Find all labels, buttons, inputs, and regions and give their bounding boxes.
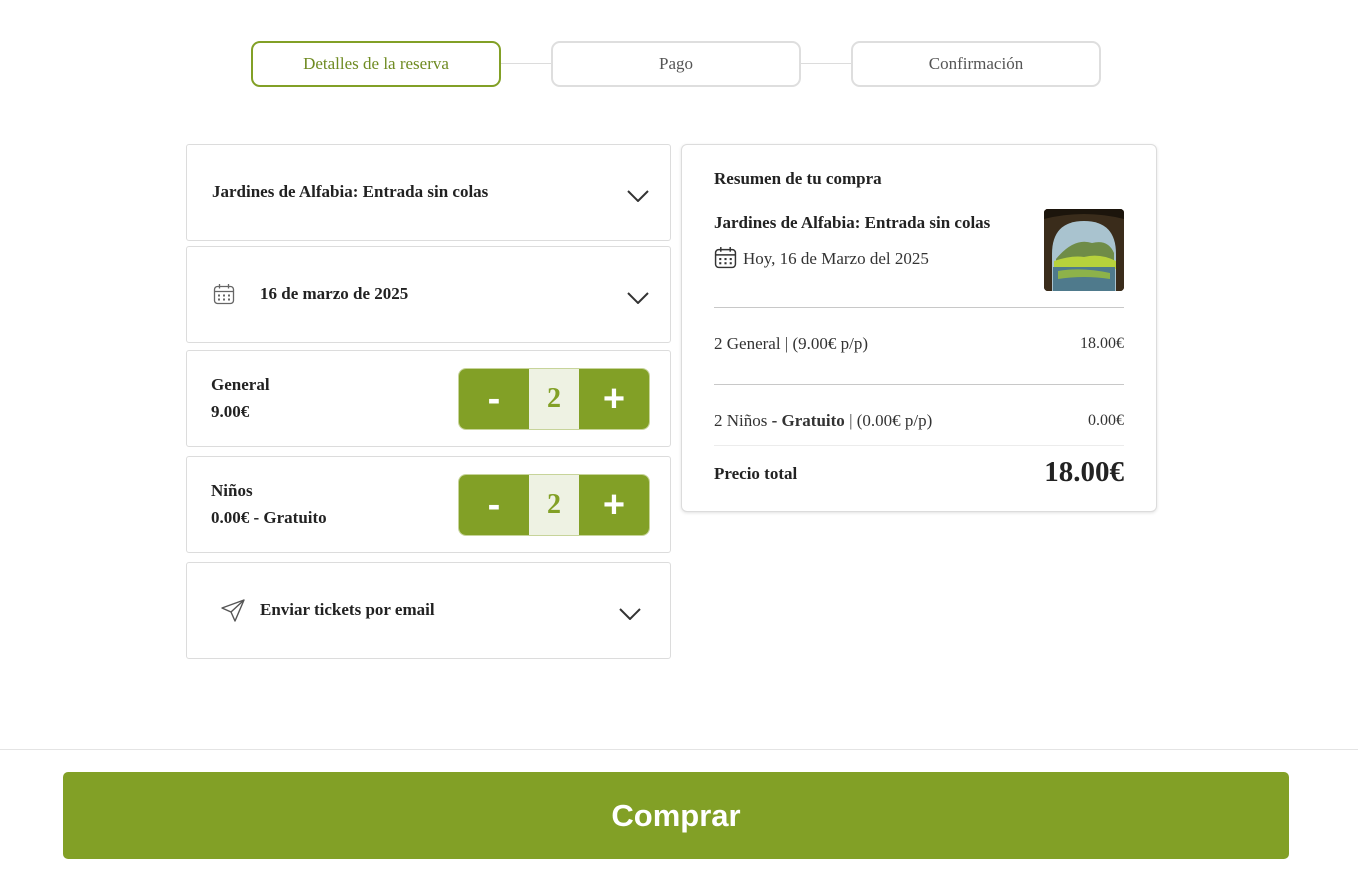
- step-payment[interactable]: Pago: [551, 41, 801, 87]
- chevron-down-icon[interactable]: [619, 608, 641, 620]
- summary-line-general: 2 General | (9.00€ p/p): [714, 334, 868, 354]
- line-separator: |: [780, 334, 793, 353]
- ticket-children: Niños 0.00€ - Gratuito - 2 +: [186, 456, 671, 553]
- summary-title: Resumen de tu compra: [714, 169, 882, 188]
- step-label: Pago: [659, 54, 693, 73]
- line-unit-price: (9.00€ p/p): [792, 334, 869, 353]
- product-title: Jardines de Alfabia: Entrada sin colas: [212, 182, 489, 201]
- divider: [714, 384, 1124, 385]
- increment-button[interactable]: +: [579, 475, 649, 535]
- step-connector: [801, 63, 853, 64]
- quantity-value: 2: [529, 369, 579, 429]
- ticket-general: General 9.00€ - 2 +: [186, 350, 671, 447]
- line-separator: |: [844, 411, 857, 430]
- ticket-name: Niños: [211, 481, 253, 500]
- selected-date: 16 de marzo de 2025: [260, 284, 409, 303]
- calendar-icon: [213, 284, 235, 305]
- decrement-button[interactable]: -: [459, 475, 529, 535]
- product-thumbnail: [1044, 209, 1124, 291]
- total-label: Precio total: [714, 464, 798, 483]
- send-icon: [221, 599, 245, 622]
- line-free-note: - Gratuito: [767, 411, 845, 430]
- buy-button[interactable]: Comprar: [63, 772, 1289, 859]
- step-connector: [501, 63, 553, 64]
- product-selector[interactable]: Jardines de Alfabia: Entrada sin colas: [186, 144, 671, 241]
- total-value: 18.00€: [1044, 456, 1124, 488]
- step-confirmation[interactable]: Confirmación: [851, 41, 1101, 87]
- line-amount: 0.00€: [1088, 412, 1124, 429]
- ticket-name: General: [211, 375, 270, 394]
- divider: [714, 445, 1124, 446]
- step-label: Detalles de la reserva: [303, 54, 449, 73]
- email-label: Enviar tickets por email: [260, 600, 435, 619]
- chevron-down-icon[interactable]: [627, 190, 649, 202]
- checkout-steps: Detalles de la reserva Pago Confirmación: [251, 41, 1101, 87]
- line-name: 2 General: [714, 334, 781, 353]
- divider: [714, 307, 1124, 308]
- email-tickets-section[interactable]: Enviar tickets por email: [186, 562, 671, 659]
- line-amount: 18.00€: [1080, 335, 1124, 352]
- step-booking-details[interactable]: Detalles de la reserva: [251, 41, 501, 87]
- line-unit-price: (0.00€ p/p): [856, 411, 933, 430]
- calendar-icon: [714, 247, 737, 269]
- line-name: 2 Niños: [714, 411, 768, 430]
- summary-date: Hoy, 16 de Marzo del 2025: [743, 249, 929, 268]
- ticket-price: 0.00€ - Gratuito: [211, 508, 327, 527]
- summary-product: Jardines de Alfabia: Entrada sin colas: [714, 213, 991, 232]
- quantity-stepper: - 2 +: [458, 368, 650, 430]
- footer-divider: [0, 749, 1358, 750]
- quantity-value: 2: [529, 475, 579, 535]
- increment-button[interactable]: +: [579, 369, 649, 429]
- decrement-button[interactable]: -: [459, 369, 529, 429]
- step-label: Confirmación: [928, 54, 1024, 73]
- summary-line-children: 2 Niños - Gratuito | (0.00€ p/p): [714, 411, 932, 431]
- ticket-price: 9.00€: [211, 402, 250, 421]
- date-selector[interactable]: 16 de marzo de 2025: [186, 246, 671, 343]
- chevron-down-icon[interactable]: [627, 292, 649, 304]
- purchase-summary: Resumen de tu compra Jardines de Alfabia…: [681, 144, 1157, 512]
- quantity-stepper: - 2 +: [458, 474, 650, 536]
